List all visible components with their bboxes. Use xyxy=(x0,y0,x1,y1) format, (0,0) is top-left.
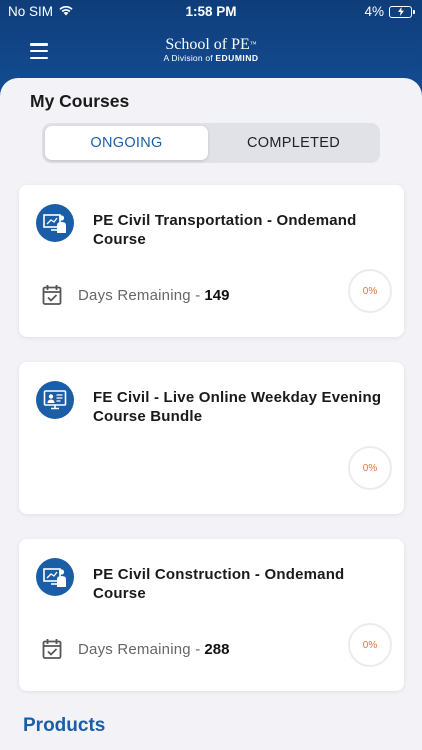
days-remaining-value: 288 xyxy=(204,640,230,658)
course-title: PE Civil Construction - Ondemand Course xyxy=(93,566,345,602)
status-bar: No SIM 1:58 PM 4% xyxy=(0,0,422,26)
course-title: PE Civil Transportation - Ondemand Cours… xyxy=(93,212,357,248)
status-right: 4% xyxy=(364,4,415,19)
days-remaining: Days Remaining - 288 xyxy=(42,637,229,661)
person-presentation-icon xyxy=(36,558,74,596)
days-remaining: Days Remaining - 149 xyxy=(42,283,229,307)
status-time: 1:58 PM xyxy=(185,4,237,19)
tab-ongoing[interactable]: ONGOING xyxy=(45,126,208,160)
course-card[interactable]: FE Civil - Live Online Weekday Evening C… xyxy=(19,362,404,514)
battery-charging-icon xyxy=(389,5,415,18)
days-remaining-label: Days Remaining - xyxy=(78,640,201,658)
battery-percent: 4% xyxy=(364,4,384,19)
progress-ring: 0% xyxy=(348,623,392,667)
course-status-tabs: ONGOING COMPLETED xyxy=(42,123,380,163)
calendar-check-icon xyxy=(42,639,62,659)
progress-ring: 0% xyxy=(348,269,392,313)
days-remaining-value: 149 xyxy=(204,286,230,304)
progress-ring: 0% xyxy=(348,446,392,490)
course-card[interactable]: PE Civil Transportation - Ondemand Cours… xyxy=(19,185,404,337)
main-panel: My Courses ONGOING COMPLETED PE Civil Tr… xyxy=(0,78,422,750)
days-remaining-label: Days Remaining - xyxy=(78,286,201,304)
person-presentation-icon xyxy=(36,204,74,242)
my-courses-title: My Courses xyxy=(30,91,130,111)
products-title: Products xyxy=(23,715,106,736)
course-card[interactable]: PE Civil Construction - Ondemand Course … xyxy=(19,539,404,691)
live-class-icon xyxy=(36,381,74,419)
course-title: FE Civil - Live Online Weekday Evening C… xyxy=(93,389,382,425)
app-header: School of PE™ A Division of EDUMIND xyxy=(0,26,422,80)
brand-name: School of PE™ xyxy=(165,36,257,53)
brand-subtitle: A Division of EDUMIND xyxy=(163,53,259,63)
tab-completed[interactable]: COMPLETED xyxy=(210,126,377,160)
calendar-check-icon xyxy=(42,285,62,305)
brand-logo: School of PE™ A Division of EDUMIND xyxy=(0,36,422,63)
